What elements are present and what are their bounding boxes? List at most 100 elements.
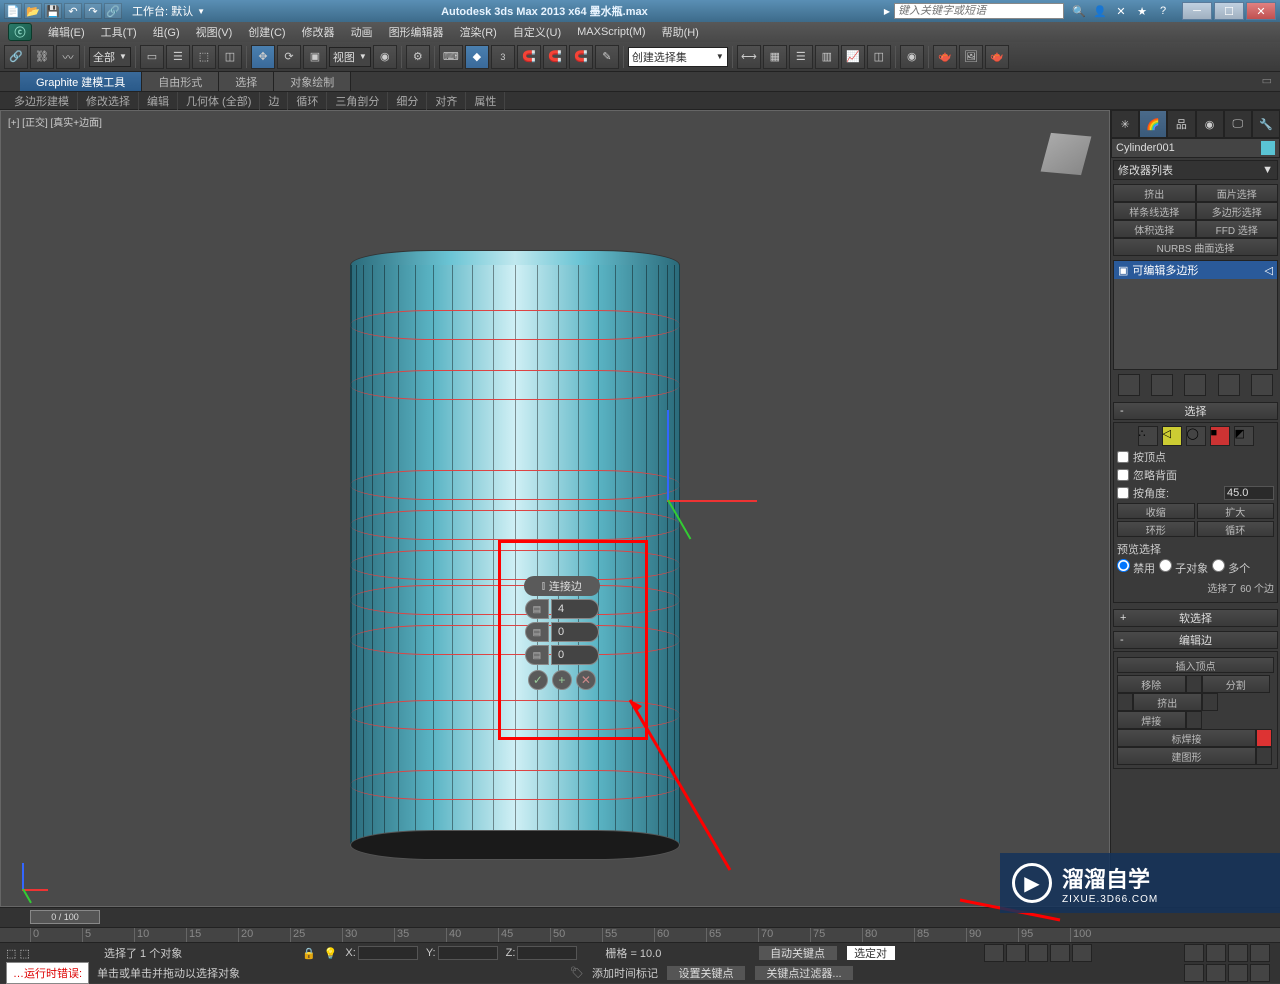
menu-tools[interactable]: 工具(T) — [93, 22, 145, 42]
layer-manager-icon[interactable]: ☰ — [789, 45, 813, 69]
ribbon-tab-selection[interactable]: 选择 — [219, 72, 274, 91]
rollout-selection-header[interactable]: 选择 — [1113, 402, 1278, 420]
menu-graph-editors[interactable]: 图形编辑器 — [381, 22, 452, 42]
modifier-list-dropdown[interactable]: 修改器列表▼ — [1113, 160, 1278, 180]
cp-tab-display-icon[interactable]: 🖵 — [1224, 110, 1252, 138]
menu-group[interactable]: 组(G) — [145, 22, 188, 42]
cp-tab-utilities-icon[interactable]: 🔧 — [1252, 110, 1280, 138]
stack-unique-icon[interactable] — [1184, 374, 1206, 396]
ribbon-tab-graphite[interactable]: Graphite 建模工具 — [20, 72, 142, 91]
search-input[interactable] — [894, 3, 1064, 19]
modifier-stack[interactable]: ▣可编辑多边形◁ — [1113, 260, 1278, 370]
ribbon-panel-modsel[interactable]: 修改选择 — [78, 92, 139, 110]
editor-snap-icon[interactable]: ✎ — [595, 45, 619, 69]
keyboard-shortcut-icon[interactable]: ⌨ — [439, 45, 463, 69]
select-move-icon[interactable]: ✥ — [251, 45, 275, 69]
nav-zoom-all-icon[interactable] — [1206, 944, 1226, 962]
ribbon-panel-edges[interactable]: 边 — [260, 92, 288, 110]
btn-split[interactable]: 分割 — [1202, 675, 1271, 693]
window-close-button[interactable]: ✕ — [1246, 2, 1276, 20]
btn-extrude-edge[interactable]: 挤出 — [1133, 693, 1202, 711]
btn-grow[interactable]: 扩大 — [1197, 503, 1275, 519]
snap-toggle-icon[interactable]: ◆ — [465, 45, 489, 69]
auto-key-button[interactable]: 自动关键点 — [758, 945, 838, 961]
subobj-element-icon[interactable]: ◩ — [1234, 426, 1254, 446]
ribbon-panel-props[interactable]: 属性 — [466, 92, 505, 110]
btn-remove-settings[interactable] — [1186, 675, 1202, 693]
object-color-swatch[interactable] — [1261, 141, 1275, 155]
render-production-icon[interactable]: 🫖 — [985, 45, 1009, 69]
cylinder-mesh[interactable] — [350, 250, 680, 880]
btn-extrude-settings[interactable] — [1202, 693, 1218, 711]
nav-maximize-icon[interactable] — [1228, 964, 1248, 982]
material-editor-icon[interactable]: ◉ — [900, 45, 924, 69]
btn-insert-vertex[interactable]: 插入顶点 — [1117, 657, 1274, 673]
mod-btn-vol-select[interactable]: 体积选择 — [1113, 220, 1196, 238]
btn-weld-settings[interactable] — [1186, 711, 1202, 729]
select-link-icon[interactable]: 🔗 — [4, 45, 28, 69]
menu-maxscript[interactable]: MAXScript(M) — [569, 24, 653, 40]
object-name-field[interactable]: Cylinder001 — [1111, 138, 1280, 158]
subobj-border-icon[interactable]: ◯ — [1186, 426, 1206, 446]
mod-btn-extrude[interactable]: 挤出 — [1113, 184, 1196, 202]
qat-open-icon[interactable]: 📂 — [24, 3, 42, 19]
nav-walk-icon[interactable] — [1250, 964, 1270, 982]
lock-icon[interactable]: 🔒 — [302, 947, 316, 960]
qat-save-icon[interactable]: 💾 — [44, 3, 62, 19]
select-by-name-icon[interactable]: ☰ — [166, 45, 190, 69]
caddy-apply-button[interactable]: + — [552, 670, 572, 690]
time-start-icon[interactable] — [984, 944, 1004, 962]
window-crossing-icon[interactable]: ◫ — [218, 45, 242, 69]
radio-disable[interactable]: 禁用 — [1117, 559, 1155, 576]
ribbon-tab-freeform[interactable]: 自由形式 — [142, 72, 219, 91]
check-ignore-backfacing[interactable]: 忽略背面 — [1117, 467, 1274, 483]
check-by-angle[interactable]: 按角度: — [1117, 485, 1169, 501]
subobj-vertex-icon[interactable]: ∴ — [1138, 426, 1158, 446]
nav-pan-icon[interactable] — [1184, 964, 1204, 982]
caddy-cancel-button[interactable]: ✕ — [576, 670, 596, 690]
btn-remove[interactable]: 移除 — [1117, 675, 1186, 693]
unlink-icon[interactable]: ⛓ — [30, 45, 54, 69]
ref-coord-dropdown[interactable]: 视图▼ — [329, 47, 371, 67]
key-filters-button[interactable]: 关键点过滤器... — [754, 965, 854, 981]
nav-zoom-extents-icon[interactable] — [1228, 944, 1248, 962]
track-bar[interactable]: 0510152025303540455055606570758085909510… — [0, 928, 1280, 944]
qat-project-icon[interactable]: 🔗 — [104, 3, 122, 19]
select-region-icon[interactable]: ⬚ — [192, 45, 216, 69]
time-end-icon[interactable] — [1072, 944, 1092, 962]
mod-btn-poly-select[interactable]: 多边形选择 — [1196, 202, 1279, 220]
selection-filter-dropdown[interactable]: 全部▼ — [89, 47, 131, 67]
menu-customize[interactable]: 自定义(U) — [505, 22, 569, 42]
menu-edit[interactable]: 编辑(E) — [40, 22, 93, 42]
mod-btn-patch-select[interactable]: 面片选择 — [1196, 184, 1279, 202]
bind-spacewarp-icon[interactable]: 〰 — [56, 45, 80, 69]
cp-tab-motion-icon[interactable]: ◉ — [1196, 110, 1224, 138]
align-icon[interactable]: ▦ — [763, 45, 787, 69]
render-setup-icon[interactable]: 🫖 — [933, 45, 957, 69]
coord-x-field[interactable]: X: — [345, 946, 417, 960]
select-scale-icon[interactable]: ▣ — [303, 45, 327, 69]
spinner-snap-icon[interactable]: 🧲 — [543, 45, 567, 69]
pivot-center-icon[interactable]: ◉ — [373, 45, 397, 69]
add-time-tag[interactable]: 添加时间标记 — [592, 965, 658, 981]
mod-btn-spline-select[interactable]: 样条线选择 — [1113, 202, 1196, 220]
caddy-segments-icon[interactable]: ▤ — [525, 599, 549, 619]
btn-bridge-settings[interactable] — [1256, 747, 1272, 765]
caddy-pinch-input[interactable]: 0 — [551, 622, 599, 642]
ribbon-panel-subdiv[interactable]: 细分 — [388, 92, 427, 110]
workspace-selector[interactable]: 工作台: 默认 ▼ — [132, 3, 205, 19]
named-selection-set[interactable]: 创建选择集▼ — [628, 47, 728, 67]
caddy-slide-icon[interactable]: ▤ — [525, 645, 549, 665]
caddy-ok-button[interactable]: ✓ — [528, 670, 548, 690]
cp-tab-modify-icon[interactable]: 🌈 — [1139, 110, 1167, 138]
infocenter-favorites-icon[interactable]: ★ — [1133, 3, 1151, 19]
btn-target-weld-settings[interactable] — [1256, 729, 1272, 747]
coord-z-field[interactable]: Z: — [506, 946, 578, 960]
menu-create[interactable]: 创建(C) — [240, 22, 293, 42]
radio-subobj[interactable]: 子对象 — [1159, 559, 1208, 576]
caddy-pinch-icon[interactable]: ▤ — [525, 622, 549, 642]
radio-multi[interactable]: 多个 — [1212, 559, 1250, 576]
schematic-view-icon[interactable]: ◫ — [867, 45, 891, 69]
select-object-icon[interactable]: ▭ — [140, 45, 164, 69]
selected-dropdown[interactable]: 选定对 — [846, 945, 896, 961]
